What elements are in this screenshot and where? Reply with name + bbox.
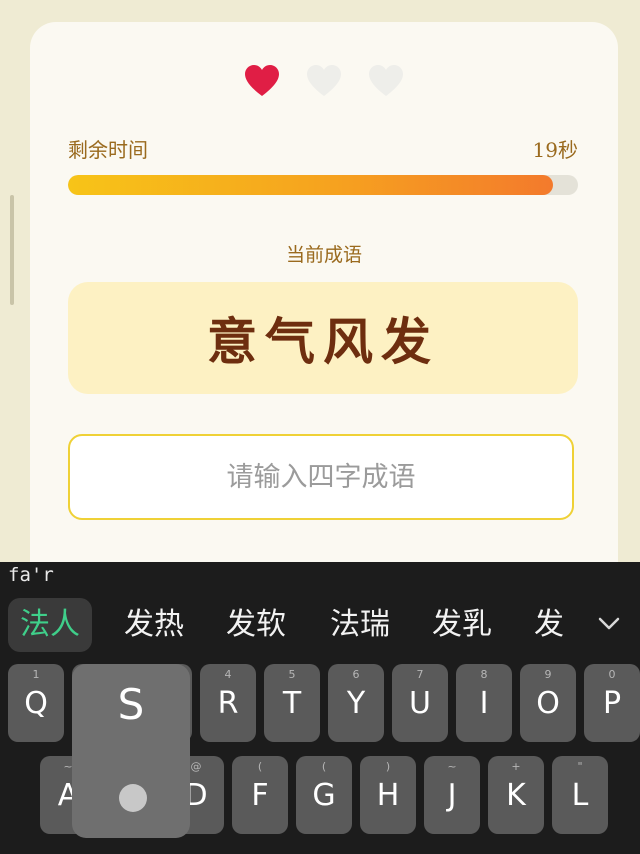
edge-handle bbox=[10, 195, 14, 305]
key-j[interactable]: ~ J bbox=[424, 756, 480, 834]
key-i[interactable]: 8I bbox=[456, 664, 512, 742]
key-r[interactable]: 4R bbox=[200, 664, 256, 742]
time-remaining-label: 剩余时间 bbox=[68, 138, 148, 162]
time-progress-bar bbox=[68, 175, 578, 195]
touch-indicator-dot bbox=[119, 784, 147, 812]
key-p[interactable]: 0P bbox=[584, 664, 640, 742]
game-card: 剩余时间 19秒 当前成语 意气风发 bbox=[30, 22, 618, 602]
key-q[interactable]: 1Q bbox=[8, 664, 64, 742]
candidate-item[interactable]: 发 bbox=[522, 598, 576, 652]
pinyin-composition: fa'r bbox=[8, 564, 54, 586]
key-press-popup: S bbox=[72, 664, 190, 838]
candidate-bar: 法人 发热 发软 法瑞 发乳 发 bbox=[0, 596, 640, 654]
popup-key-letter: S bbox=[117, 680, 145, 729]
time-progress-fill bbox=[68, 175, 553, 195]
key-l[interactable]: " L bbox=[552, 756, 608, 834]
lives-indicator bbox=[30, 64, 618, 98]
key-u[interactable]: 7U bbox=[392, 664, 448, 742]
idiom-input-box[interactable] bbox=[68, 434, 574, 520]
candidate-item[interactable]: 法瑞 bbox=[318, 598, 402, 652]
key-t[interactable]: 5T bbox=[264, 664, 320, 742]
candidate-item[interactable]: 发乳 bbox=[420, 598, 504, 652]
time-remaining-value: 19秒 bbox=[532, 138, 578, 162]
idiom-input[interactable] bbox=[70, 435, 572, 519]
heart-icon-filled bbox=[244, 64, 280, 98]
current-idiom-text: 意气风发 bbox=[207, 312, 439, 371]
key-k[interactable]: + K bbox=[488, 756, 544, 834]
key-y[interactable]: 6Y bbox=[328, 664, 384, 742]
key-h[interactable]: ) H bbox=[360, 756, 416, 834]
candidate-item[interactable]: 发热 bbox=[112, 598, 196, 652]
heart-icon-empty bbox=[306, 64, 342, 98]
current-idiom-label: 当前成语 bbox=[285, 244, 362, 266]
key-g[interactable]: (G bbox=[296, 756, 352, 834]
key-f[interactable]: (F bbox=[232, 756, 288, 834]
candidate-item[interactable]: 发软 bbox=[214, 598, 298, 652]
heart-icon-empty bbox=[368, 64, 404, 98]
candidate-item[interactable]: 法人 bbox=[8, 598, 92, 652]
chevron-down-icon[interactable] bbox=[596, 610, 622, 636]
current-idiom-box: 意气风发 bbox=[68, 282, 578, 394]
key-o[interactable]: 9O bbox=[520, 664, 576, 742]
